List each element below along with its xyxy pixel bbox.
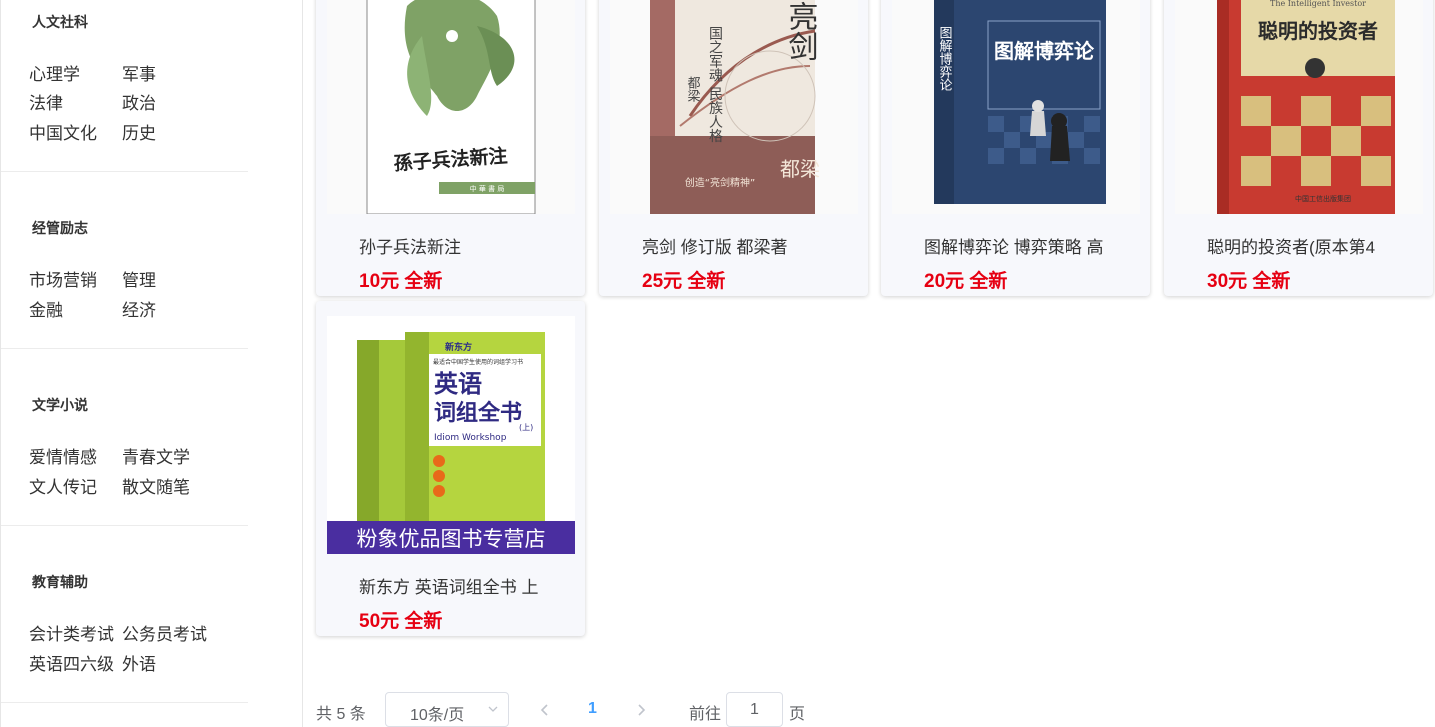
section-title-literature: 文学小说	[32, 397, 88, 413]
svg-text:中国工信出版集团: 中国工信出版集团	[1295, 194, 1351, 203]
chevron-left-icon[interactable]	[536, 701, 554, 719]
book-cover-image: 图解博弈论 图解博弈论	[892, 0, 1140, 214]
section-title-humanities: 人文社科	[32, 14, 88, 30]
product-title: 图解博弈论 博弈策略 高	[924, 238, 1104, 257]
product-title: 新东方 英语词组全书 上	[359, 578, 539, 597]
svg-text:聪明的投资者: 聪明的投资者	[1258, 19, 1378, 43]
goto-label: 前往	[689, 706, 722, 723]
goto-page-suffix: 页	[789, 706, 806, 723]
category-biography[interactable]: 文人传记	[29, 473, 97, 498]
product-card[interactable]: 图解博弈论 图解博弈论 图解博弈论 博弈策略 高 20元 全新	[881, 0, 1150, 296]
product-price: 50元 全新	[359, 611, 443, 632]
section-divider	[1, 348, 248, 349]
book-cover-image: The Intelligent Investor 聪明的投资者 中国工信出版集团	[1175, 0, 1423, 214]
category-politics[interactable]: 政治	[122, 89, 156, 114]
book-cover-image: 新东方 最适合中国学生使用的词组学习书 英语 词组全书 (上) Idiom Wo…	[327, 316, 575, 554]
product-price: 20元 全新	[924, 271, 1008, 292]
category-foreign-language[interactable]: 外语	[122, 650, 156, 675]
svg-text:国之军魂 民族人格: 国之军魂 民族人格	[707, 26, 723, 143]
svg-text:The Intelligent Investor: The Intelligent Investor	[1270, 0, 1366, 8]
svg-text:最适合中国学生使用的词组学习书: 最适合中国学生使用的词组学习书	[433, 358, 523, 366]
svg-text:图解博弈论: 图解博弈论	[994, 39, 1095, 63]
section-title-education: 教育辅助	[32, 574, 88, 590]
svg-text:亮剑: 亮剑	[783, 1, 819, 61]
category-youth-literature[interactable]: 青春文学	[122, 443, 190, 468]
product-title: 亮剑 修订版 都梁著	[642, 238, 788, 257]
book-cover-image: 亮剑 国之军魂 民族人格 都梁 创造“亮剑精神” 都梁	[610, 0, 858, 214]
svg-text:Idiom Workshop: Idiom Workshop	[434, 433, 507, 443]
product-title: 聪明的投资者(原本第4	[1207, 238, 1376, 257]
product-card[interactable]: 亮剑 国之军魂 民族人格 都梁 创造“亮剑精神” 都梁 亮剑 修订版 都梁著 2…	[599, 0, 868, 296]
section-divider	[1, 702, 248, 703]
store-banner-text: 粉象优品图书专营店	[357, 527, 546, 551]
category-economics[interactable]: 经济	[122, 296, 156, 321]
category-marketing[interactable]: 市场营销	[29, 266, 97, 291]
section-divider	[1, 525, 248, 526]
product-card[interactable]: 孫子兵法新注 中 華 書 局 孙子兵法新注 10元 全新	[316, 0, 585, 296]
page-number-current[interactable]: 1	[588, 700, 597, 718]
category-chinese-culture[interactable]: 中国文化	[29, 119, 97, 144]
category-finance[interactable]: 金融	[29, 296, 63, 321]
section-divider	[1, 171, 248, 172]
book-cover-image: 孫子兵法新注 中 華 書 局	[327, 0, 575, 214]
product-card[interactable]: 新东方 最适合中国学生使用的词组学习书 英语 词组全书 (上) Idiom Wo…	[316, 301, 585, 636]
goto-page-input[interactable]	[726, 692, 783, 727]
category-history[interactable]: 历史	[122, 119, 156, 144]
category-psychology[interactable]: 心理学	[29, 60, 80, 85]
category-romance[interactable]: 爱情情感	[29, 443, 97, 468]
svg-text:都梁: 都梁	[685, 76, 701, 102]
product-card[interactable]: The Intelligent Investor 聪明的投资者 中国工信出版集团…	[1164, 0, 1433, 296]
category-management[interactable]: 管理	[122, 266, 156, 291]
pagination-total: 共 5 条	[316, 706, 366, 723]
category-civil-service-exam[interactable]: 公务员考试	[122, 620, 207, 645]
svg-text:新东方: 新东方	[445, 341, 472, 353]
product-price: 10元 全新	[359, 271, 443, 292]
product-title: 孙子兵法新注	[359, 238, 461, 257]
chevron-down-icon	[488, 706, 498, 712]
category-military[interactable]: 军事	[122, 60, 156, 85]
category-law[interactable]: 法律	[29, 89, 63, 114]
category-essays[interactable]: 散文随笔	[122, 473, 190, 498]
section-title-business: 经管励志	[32, 220, 88, 236]
category-sidebar: 人文社科 心理学 军事 法律 政治 中国文化 历史 经管励志 市场营销 管理 金…	[0, 0, 303, 727]
page-size-select[interactable]: 10条/页	[385, 692, 509, 727]
product-price: 30元 全新	[1207, 271, 1291, 292]
category-cet[interactable]: 英语四六级	[29, 650, 114, 675]
svg-text:(上): (上)	[519, 423, 533, 432]
page-size-value: 10条/页	[410, 707, 465, 724]
svg-text:创造“亮剑精神”: 创造“亮剑精神”	[685, 176, 755, 189]
svg-text:中 華 書 局: 中 華 書 局	[470, 184, 505, 193]
product-price: 25元 全新	[642, 271, 726, 292]
svg-text:图解博弈论: 图解博弈论	[937, 26, 953, 91]
svg-text:都梁: 都梁	[780, 157, 820, 181]
svg-text:词组全书: 词组全书	[434, 400, 522, 426]
category-accounting-exam[interactable]: 会计类考试	[29, 620, 114, 645]
svg-text:英语: 英语	[434, 370, 482, 398]
chevron-right-icon[interactable]	[632, 701, 650, 719]
